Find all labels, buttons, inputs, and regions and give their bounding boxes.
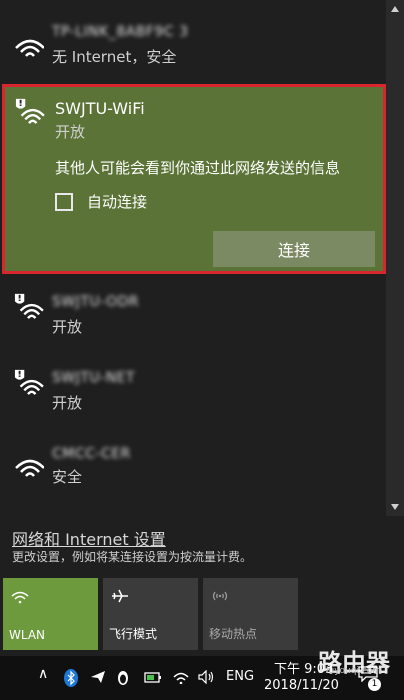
network-name: SWJTU-WiFi (55, 99, 145, 118)
connect-button[interactable]: 连接 (213, 231, 375, 267)
network-status: 开放 (52, 318, 83, 336)
hotspot-icon (212, 591, 228, 601)
network-status: 安全 (52, 468, 83, 486)
scroll-up-arrow-icon[interactable] (391, 6, 399, 12)
network-name: SWJTU-NET (52, 370, 136, 386)
tile-label: 移动热点 (209, 627, 258, 641)
qq-penguin-icon[interactable] (116, 668, 130, 686)
network-status: 开放 (52, 394, 83, 412)
watermark-url: luyouqi.com (326, 666, 382, 676)
tile-label: 飞行模式 (109, 627, 158, 641)
network-wifi-tray-icon[interactable] (172, 668, 190, 684)
notification-count-badge: 1 (368, 678, 381, 691)
network-name: TP-LINK_8ABF9C 3 (52, 24, 189, 40)
show-hidden-icons-chevron-icon[interactable]: ∧ (38, 666, 48, 682)
clock-date[interactable]: 2018/11/20 (264, 678, 339, 693)
wlan-toggle-tile[interactable]: WLAN (3, 578, 98, 650)
network-item[interactable]: SWJTU-ODR 开放 (0, 288, 390, 348)
network-item[interactable]: SWJTU-NET 开放 (0, 364, 390, 424)
bluetooth-icon[interactable] (64, 669, 78, 687)
airplane-icon (112, 589, 128, 603)
open-wifi-warning-icon (15, 98, 45, 124)
open-wifi-warning-icon (14, 293, 44, 319)
send-icon[interactable] (90, 670, 106, 684)
auto-connect-label[interactable]: 自动连接 (87, 191, 147, 212)
volume-icon[interactable] (198, 670, 216, 684)
battery-charging-icon[interactable] (144, 670, 162, 684)
network-flyout: TP-LINK_8ABF9C 3 无 Internet，安全 SWJTU-WiF… (0, 0, 404, 656)
airplane-mode-tile[interactable]: 飞行模式 (103, 578, 198, 650)
wifi-signal-icon (15, 39, 44, 57)
network-settings-link[interactable]: 网络和 Internet 设置 (12, 526, 166, 550)
auto-connect-checkbox[interactable] (55, 193, 73, 211)
scroll-down-arrow-icon[interactable] (391, 504, 399, 510)
network-name: SWJTU-ODR (52, 294, 140, 310)
network-name: CMCC-CER (52, 446, 131, 462)
network-status: 开放 (55, 123, 86, 141)
open-network-warning: 其他人可能会看到你通过此网络发送的信息 (55, 159, 341, 177)
tile-label: WLAN (9, 628, 46, 642)
network-settings-subtitle: 更改设置，例如将某连接设置为按流量计费。 (12, 550, 253, 564)
input-language-indicator[interactable]: ENG (226, 669, 254, 684)
wifi-signal-icon (15, 459, 44, 477)
open-wifi-warning-icon (14, 369, 44, 395)
selected-network-item[interactable]: SWJTU-WiFi 开放 其他人可能会看到你通过此网络发送的信息 自动连接 连… (2, 84, 386, 274)
network-item[interactable]: CMCC-CER 安全 (0, 440, 390, 500)
mobile-hotspot-tile[interactable]: 移动热点 (203, 578, 298, 650)
network-status: 无 Internet，安全 (52, 48, 177, 66)
network-item[interactable]: TP-LINK_8ABF9C 3 无 Internet，安全 (0, 0, 390, 80)
wifi-icon (11, 591, 29, 604)
